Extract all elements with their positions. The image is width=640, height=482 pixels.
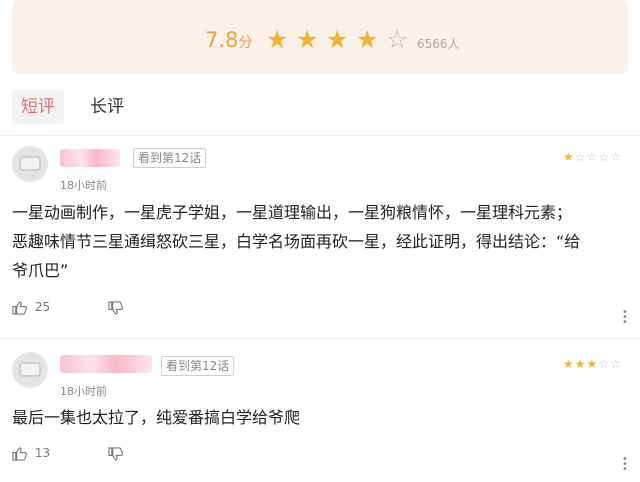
username-blurred[interactable]: [60, 149, 120, 167]
more-options-icon[interactable]: • • •: [622, 308, 628, 328]
score-value: 7.8: [205, 28, 239, 52]
dislike-button[interactable]: [108, 446, 123, 461]
tab-long-review[interactable]: 长评: [90, 90, 124, 124]
star-icon: ★: [563, 357, 574, 371]
avatar[interactable]: [12, 146, 48, 182]
review-stars: ★★★☆☆: [563, 357, 622, 371]
review-line: 最后一集也太拉了，纯爱番搞白学给爷爬: [12, 408, 301, 427]
star-icon: ★: [563, 150, 574, 164]
review-time: 18小时前: [60, 385, 107, 398]
star-outline-icon: ☆: [610, 150, 621, 164]
review-content: 最后一集也太拉了，纯爱番搞白学给爷爬: [12, 403, 622, 432]
star-icon: ★: [296, 25, 319, 54]
review-line: 爷爪巴”: [12, 261, 69, 280]
review-time: 18小时前: [60, 179, 107, 192]
like-count: 25: [34, 300, 51, 314]
star-icon: ★: [266, 25, 289, 54]
review-line: 恶趣味情节三星通缉怒砍三星，白学名场面再砍一星，经此证明，得出结论：“给: [12, 232, 581, 251]
like-button[interactable]: 13: [12, 446, 50, 461]
tv-face-icon: [19, 156, 41, 171]
tab-short-review[interactable]: 短评: [12, 90, 64, 124]
review-line: 一星动画制作，一星虎子学姐，一星道理输出，一星狗粮情怀，一星理科元素；: [12, 203, 573, 222]
username-blurred[interactable]: [60, 355, 152, 373]
progress-badge: 看到第12话: [161, 356, 235, 376]
thumbs-down-icon: [108, 300, 123, 315]
star-rating: ★ ★ ★ ★ ☆: [266, 27, 416, 52]
star-icon: ★: [326, 25, 349, 54]
score: 7.8分: [205, 28, 252, 52]
thumbs-down-icon: [108, 446, 123, 461]
star-outline-icon: ☆: [586, 150, 598, 164]
thumbs-up-icon: [12, 446, 27, 461]
review-stars: ★☆☆☆☆: [563, 150, 622, 164]
rating-summary: 7.8分 ★ ★ ★ ★ ☆ 6566人: [12, 0, 628, 74]
star-outline-icon: ☆: [386, 25, 409, 54]
avatar[interactable]: [12, 352, 48, 388]
divider: [0, 338, 640, 339]
divider: [0, 135, 640, 136]
score-unit: 分: [238, 35, 253, 51]
star-outline-icon: ☆: [598, 150, 610, 164]
star-icon: ★: [574, 357, 586, 371]
like-button[interactable]: 25: [12, 300, 50, 315]
star-outline-icon: ☆: [598, 357, 610, 371]
tv-face-icon: [19, 362, 41, 377]
star-outline-icon: ☆: [610, 357, 621, 371]
rating-count: 6566人: [417, 37, 460, 51]
dislike-button[interactable]: [108, 300, 123, 315]
review-content: 一星动画制作，一星虎子学姐，一星道理输出，一星狗粮情怀，一星理科元素； 恶趣味情…: [12, 198, 622, 285]
like-count: 13: [34, 446, 51, 460]
thumbs-up-icon: [12, 300, 27, 315]
star-outline-icon: ☆: [574, 150, 586, 164]
star-icon: ★: [356, 25, 379, 54]
more-options-icon[interactable]: • • •: [622, 455, 628, 475]
progress-badge: 看到第12话: [133, 148, 207, 168]
star-icon: ★: [586, 357, 598, 371]
